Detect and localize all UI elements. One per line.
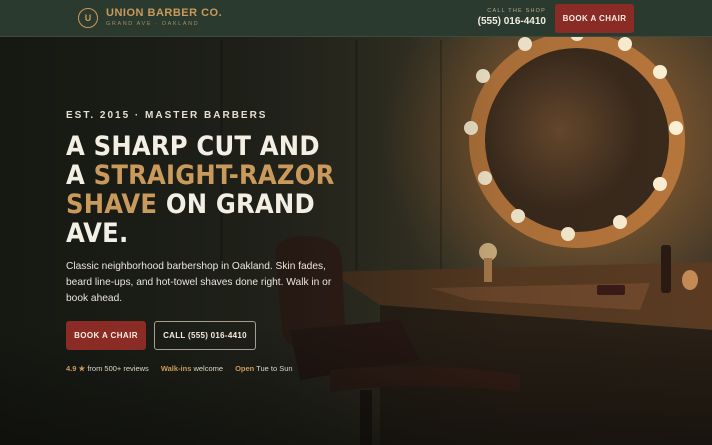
walkins-text: welcome bbox=[191, 364, 224, 373]
headline-accent-2: SHAVE bbox=[66, 189, 158, 220]
hours-badge: Open Tue to Sun bbox=[235, 364, 293, 373]
trust-badges: 4.9 ★ from 500+ reviews Walk-ins welcome… bbox=[66, 364, 356, 373]
walkins-badge: Walk-ins welcome bbox=[161, 364, 223, 373]
call-shop-button[interactable]: CALL (555) 016-4410 bbox=[154, 321, 256, 350]
rating-value: 4.9 ★ bbox=[66, 364, 86, 373]
hero-headline: A SHARP CUT AND A STRAIGHT-RAZOR SHAVE O… bbox=[66, 132, 356, 248]
call-label: CALL THE SHOP bbox=[487, 7, 546, 14]
brand[interactable]: UNION BARBER CO. GRAND AVE · OAKLAND bbox=[106, 8, 222, 28]
header-book-button[interactable]: BOOK A CHAIR bbox=[555, 3, 634, 33]
open-label: Open bbox=[235, 364, 255, 373]
rating-text: from 500+ reviews bbox=[85, 364, 149, 373]
hero-eyebrow: EST. 2015 · MASTER BARBERS bbox=[66, 110, 268, 121]
headline-line-4: AVE. bbox=[66, 218, 129, 249]
header-actions: CALL THE SHOP (555) 016-4410 BOOK A CHAI… bbox=[478, 3, 634, 33]
hero-content: EST. 2015 · MASTER BARBERS A SHARP CUT A… bbox=[66, 110, 356, 373]
headline-line-2a: A bbox=[66, 160, 94, 191]
logo-monogram-icon[interactable]: U bbox=[78, 8, 98, 28]
headline-line-3b: ON GRAND bbox=[157, 189, 315, 220]
hero-cta-group: BOOK A CHAIR CALL (555) 016-4410 bbox=[66, 321, 356, 350]
hero-lead: Classic neighborhood barbershop in Oakla… bbox=[66, 261, 332, 304]
brand-name: UNION BARBER CO. bbox=[106, 7, 223, 20]
header-call[interactable]: CALL THE SHOP (555) 016-4410 bbox=[478, 7, 546, 28]
open-text: Tue to Sun bbox=[254, 364, 293, 373]
call-number[interactable]: (555) 016-4410 bbox=[478, 17, 546, 27]
rating-badge: 4.9 ★ from 500+ reviews bbox=[66, 364, 149, 373]
logo-letter: U bbox=[84, 13, 92, 23]
site-header: U UNION BARBER CO. GRAND AVE · OAKLAND C… bbox=[0, 0, 712, 37]
headline-accent-1: STRAIGHT-RAZOR bbox=[93, 160, 335, 191]
headline-line-1: A SHARP CUT AND bbox=[66, 131, 320, 162]
book-chair-button[interactable]: BOOK A CHAIR bbox=[66, 321, 146, 350]
brand-location: GRAND AVE · OAKLAND bbox=[106, 21, 200, 28]
walkins-label: Walk-ins bbox=[160, 364, 192, 373]
